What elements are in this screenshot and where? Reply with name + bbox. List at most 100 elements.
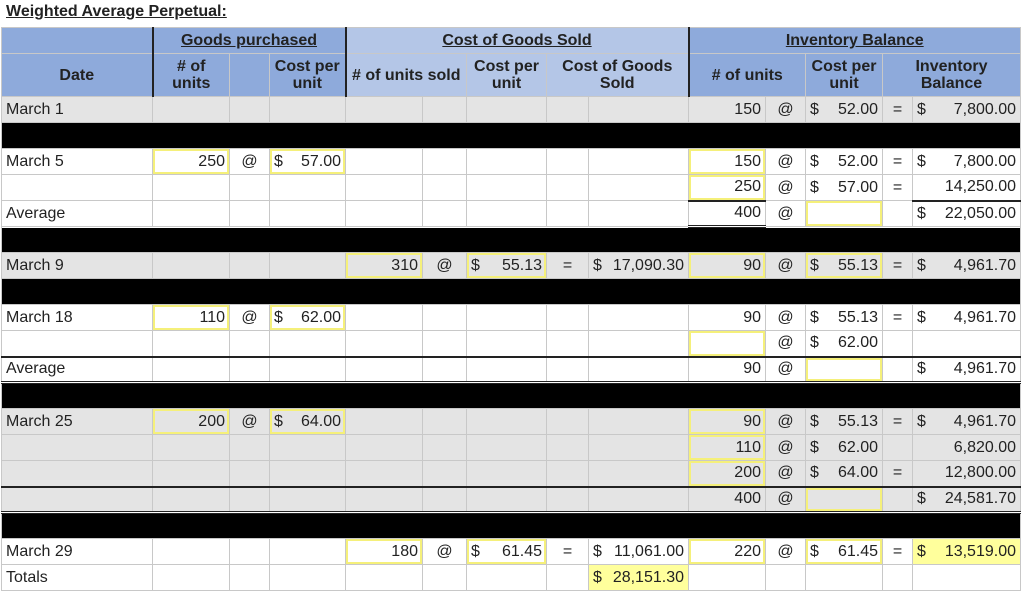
date-cell: Average	[1, 200, 153, 227]
inv-units-input[interactable]	[688, 330, 766, 357]
at-symbol: @	[765, 434, 806, 461]
at-symbol: @	[765, 304, 806, 331]
inv-cost-input[interactable]: $61.45	[805, 538, 883, 565]
header-sub-row: Date # of units Cost per unit # of units…	[1, 53, 1021, 97]
header-gp-at	[229, 53, 270, 97]
header-gp-units: # of units	[151, 53, 230, 97]
date-cell: March 18	[1, 304, 153, 331]
cogs-total-cell: $17,090.30	[588, 252, 689, 279]
header-gp-cost: Cost per unit	[269, 53, 346, 97]
equals-symbol: =	[546, 538, 589, 565]
section-divider	[1, 122, 1021, 149]
inv-cost-cell: $52.00	[805, 96, 883, 123]
at-symbol: @	[765, 408, 806, 435]
inv-units-input[interactable]: 150	[688, 148, 766, 175]
date-cell: March 29	[1, 538, 153, 565]
header-group-row: Goods purchased Cost of Goods Sold Inven…	[1, 27, 1021, 54]
table-row: 200 @ $64.00 = 12,800.00	[1, 460, 1021, 487]
inv-cost-cell: $52.00	[805, 148, 883, 175]
equals-symbol: =	[882, 252, 913, 279]
gp-units-input[interactable]: 110	[152, 304, 230, 331]
date-cell: Totals	[1, 564, 153, 591]
inv-units-total: 90	[688, 355, 766, 384]
inv-units-input[interactable]: 90	[688, 408, 766, 435]
inv-cost-cell: $62.00	[805, 330, 883, 357]
header-cogs-cost: Cost per unit	[466, 53, 547, 97]
date-cell: March 5	[1, 148, 153, 175]
at-symbol: @	[229, 304, 270, 331]
inv-balance-cell	[912, 330, 1021, 357]
at-symbol: @	[765, 485, 806, 514]
table-row-march-5: March 5 250 @ $57.00 150 @ $52.00 = $7,8…	[1, 148, 1021, 175]
cogs-units-input[interactable]: 310	[345, 252, 423, 279]
cogs-total-cell: $11,061.00	[588, 538, 689, 565]
equals-symbol: =	[882, 174, 913, 201]
inv-units-input[interactable]: 220	[688, 538, 766, 565]
inv-cost-cell: $64.00	[805, 460, 883, 487]
date-cell: March 25	[1, 408, 153, 435]
table-row: 110 @ $62.00 6,820.00	[1, 434, 1021, 461]
cogs-units-input[interactable]: 180	[345, 538, 423, 565]
inv-cost-cell: $55.13	[805, 304, 883, 331]
inv-balance-cell: 14,250.00	[912, 174, 1021, 201]
at-symbol: @	[229, 148, 270, 175]
header-inv-cost: Cost per unit	[805, 53, 883, 97]
cogs-cost-input[interactable]: $61.45	[466, 538, 547, 565]
at-symbol: @	[765, 330, 806, 357]
date-cell	[1, 485, 153, 514]
inv-units-input[interactable]: 250	[688, 174, 766, 201]
cogs-cost-input[interactable]: $55.13	[466, 252, 547, 279]
at-symbol: @	[765, 355, 806, 384]
inv-balance-total: $22,050.00	[912, 199, 1021, 227]
sheet-title: Weighted Average Perpetual:	[6, 3, 227, 20]
inv-balance-cell: $4,961.70	[912, 304, 1021, 331]
equals-symbol: =	[882, 460, 913, 487]
total-cogs-cell: $28,151.30	[588, 564, 689, 591]
header-goods-purchased: Goods purchased	[151, 27, 346, 54]
inv-units-input[interactable]: 200	[688, 460, 766, 487]
inv-balance-cell: $4,961.70	[912, 408, 1021, 435]
inv-units-input[interactable]: 90	[688, 252, 766, 279]
table-row-totals: Totals $28,151.30	[1, 564, 1021, 591]
avg-cost-input[interactable]	[805, 355, 883, 384]
date-cell: March 9	[1, 252, 153, 279]
gp-cost-input[interactable]: $57.00	[269, 148, 346, 175]
table-row-march-29: March 29 180 @ $61.45 = $11,061.00 220 @…	[1, 538, 1021, 565]
section-divider	[1, 512, 1021, 539]
inv-balance-cell: $7,800.00	[912, 96, 1021, 123]
inv-balance-cell: 12,800.00	[912, 460, 1021, 487]
equals-symbol: =	[882, 96, 913, 123]
section-divider	[1, 278, 1021, 305]
table-row: @ $62.00	[1, 330, 1021, 357]
inv-balance-cell: $4,961.70	[912, 252, 1021, 279]
weighted-average-table: Goods purchased Cost of Goods Sold Inven…	[1, 27, 1021, 591]
gp-units-input[interactable]: 200	[152, 408, 230, 435]
inv-units-total: 400	[688, 199, 766, 228]
table-row-march-9: March 9 310 @ $55.13 = $17,090.30 90 @ $…	[1, 252, 1021, 279]
inv-cost-cell: $55.13	[805, 408, 883, 435]
header-blank	[1, 27, 153, 54]
avg-cost-input[interactable]	[805, 200, 883, 227]
at-symbol: @	[765, 252, 806, 279]
inv-balance-total: $24,581.70	[912, 485, 1021, 514]
equals-symbol: =	[882, 148, 913, 175]
at-symbol: @	[765, 200, 806, 227]
at-symbol: @	[229, 408, 270, 435]
gp-cost-input[interactable]: $64.00	[269, 408, 346, 435]
gp-cost-input[interactable]: $62.00	[269, 304, 346, 331]
inv-cost-cell: $62.00	[805, 434, 883, 461]
equals-symbol: =	[882, 538, 913, 565]
header-date: Date	[1, 53, 153, 97]
inv-units-input[interactable]: 110	[688, 434, 766, 461]
inv-balance-total: $4,961.70	[912, 355, 1021, 384]
avg-cost-input[interactable]	[805, 485, 883, 514]
table-row-march-25: March 25 200 @ $64.00 90 @ $55.13 = $4,9…	[1, 408, 1021, 435]
gp-units-input[interactable]: 250	[152, 148, 230, 175]
inv-cost-input[interactable]: $55.13	[805, 252, 883, 279]
inv-units-total: 400	[688, 485, 766, 514]
table-row-average: 400 @ $24,581.70	[1, 485, 1021, 514]
section-divider	[1, 382, 1021, 409]
at-symbol: @	[765, 538, 806, 565]
equals-symbol: =	[882, 408, 913, 435]
table-row-average: Average 90 @ $4,961.70	[1, 355, 1021, 384]
